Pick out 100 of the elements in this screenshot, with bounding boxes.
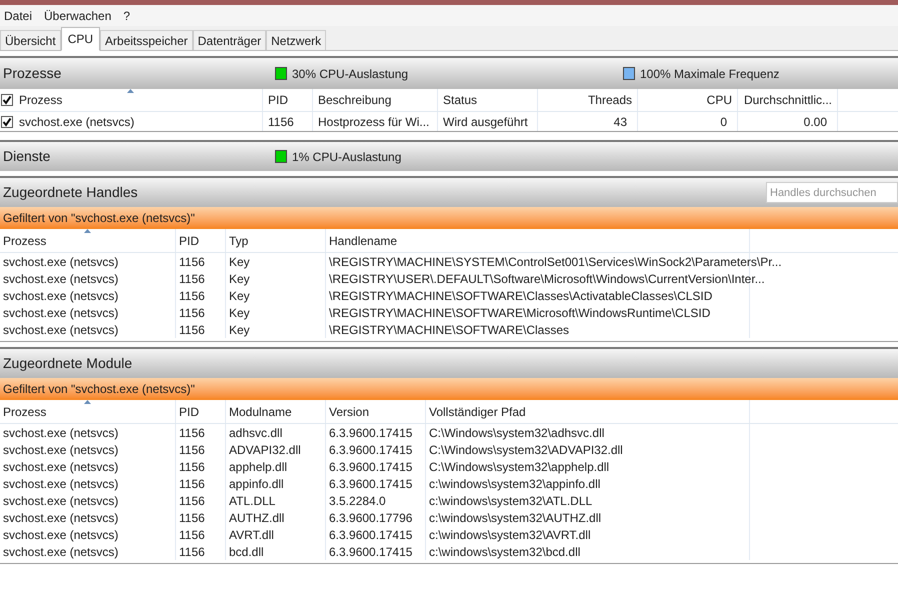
table-cell-text: appinfo.dll <box>229 476 284 492</box>
table-cell-text: 6.3.9600.17415 <box>329 526 412 544</box>
table-cell-text: 6.3.9600.17415 <box>329 442 412 458</box>
table-cell-text: c:\windows\system32\bcd.dll <box>429 544 580 560</box>
menu-item[interactable]: ? <box>119 6 134 24</box>
table-cell-text: 6.3.9600.17415 <box>329 544 412 560</box>
section-title: Prozesse <box>2 64 62 83</box>
sort-arrow-icon <box>84 400 90 404</box>
column-header[interactable]: Handlename <box>329 232 398 250</box>
menu-item[interactable]: Datei <box>0 6 36 24</box>
indicator-label: 1% CPU-Auslastung <box>292 148 402 166</box>
column-header[interactable]: Version <box>329 402 370 420</box>
sort-arrow-icon <box>84 229 90 233</box>
table-cell-text: 6.3.9600.17415 <box>329 458 412 476</box>
table-cell-text: svchost.exe (netsvcs) <box>3 288 118 304</box>
column-header[interactable]: Modulname <box>229 402 292 420</box>
table-cell-text: 3.5.2284.0 <box>329 492 386 510</box>
table-cell-text: 1156 <box>179 476 205 492</box>
tab[interactable]: Datenträger <box>192 30 266 50</box>
table-cell-text: svchost.exe (netsvcs) <box>3 322 118 338</box>
column-header[interactable]: Prozess <box>3 402 46 420</box>
column-header[interactable]: PID <box>179 232 200 250</box>
column-header[interactable]: Threads <box>588 91 632 109</box>
menu-item[interactable]: Überwachen <box>40 6 116 24</box>
table-cell-text: \REGISTRY\MACHINE\SOFTWARE\Microsoft\WindowsRuntime\CLSID <box>329 304 710 322</box>
table-cell-text: Key <box>229 304 250 322</box>
checkbox[interactable] <box>1 116 13 128</box>
table-cell-text: C:\Windows\system32\adhsvc.dll <box>429 424 604 442</box>
table-cell-text: \REGISTRY\MACHINE\SOFTWARE\Classes\ActivatableClasses\CLSID <box>329 288 712 304</box>
column-header[interactable]: Status <box>443 91 478 109</box>
table-cell-text: svchost.exe (netsvcs) <box>3 254 118 270</box>
tab[interactable]: Arbeitsspeicher <box>100 30 193 50</box>
column-header[interactable]: Vollständiger Pfad <box>429 402 526 420</box>
table-cell-text: svchost.exe (netsvcs) <box>19 114 134 130</box>
table-cell-text: Key <box>229 254 250 270</box>
indicator-label: 100% Maximale Frequenz <box>640 66 780 82</box>
section-header[interactable]: Dienste 1% CPU-Auslastung <box>0 140 898 171</box>
table-cell-text: 1156 <box>179 526 205 544</box>
tab[interactable]: Netzwerk <box>266 30 326 50</box>
table-cell-text: 6.3.9600.17415 <box>329 424 412 442</box>
table-cell-text: 1156 <box>179 458 205 476</box>
table-cell-text: apphelp.dll <box>229 458 288 476</box>
table-cell-text: svchost.exe (netsvcs) <box>3 492 118 510</box>
table-cell-text: Key <box>229 270 250 288</box>
column-header[interactable]: Prozess <box>3 232 46 250</box>
column-header[interactable]: PID <box>268 91 288 109</box>
table-cell-text: Key <box>229 322 250 338</box>
table-cell-text: 1156 <box>179 288 205 304</box>
table-cell-text: 1156 <box>179 322 205 338</box>
table-cell-text: c:\windows\system32\AUTHZ.dll <box>429 510 602 526</box>
table-cell-text: \REGISTRY\MACHINE\SOFTWARE\Classes <box>329 322 570 338</box>
section-title: Zugeordnete Module <box>2 354 132 373</box>
column-header[interactable]: Typ <box>229 232 248 250</box>
column-header[interactable]: Beschreibung <box>318 91 392 109</box>
table-cell-text: c:\windows\system32\appinfo.dll <box>429 476 600 492</box>
table-cell-text: 1156 <box>179 492 205 510</box>
section-title: Zugeordnete Handles <box>2 183 138 202</box>
section-header[interactable]: Zugeordnete Module <box>0 347 898 378</box>
column-header[interactable]: Durchschnittlic... <box>744 91 832 109</box>
table-cell-text: AVRT.dll <box>229 526 274 544</box>
table-cell-text: 1156 <box>179 510 205 526</box>
table-cell-text: 6.3.9600.17415 <box>329 476 412 492</box>
table-cell-text: 1156 <box>179 544 205 560</box>
table-cell-text: C:\Windows\system32\apphelp.dll <box>429 458 610 476</box>
search-field[interactable]: Handles durchsuchen <box>766 182 898 203</box>
table-cell-text: AUTHZ.dll <box>229 510 284 526</box>
table-cell-text: 1156 <box>179 254 205 270</box>
table-cell-text: svchost.exe (netsvcs) <box>3 270 118 288</box>
table-cell-text: 1156 <box>179 442 205 458</box>
table-cell-text: 43 <box>614 114 627 130</box>
table-cell-text: C:\Windows\system32\ADVAPI32.dll <box>429 442 623 458</box>
table-cell-text: svchost.exe (netsvcs) <box>3 458 118 476</box>
table-cell-text: 1156 <box>268 114 294 130</box>
indicator-label: 30% CPU-Auslastung <box>292 66 408 82</box>
table-cell-text: 1156 <box>179 304 205 322</box>
table-cell-text: 0 <box>720 114 727 130</box>
tab[interactable]: Übersicht <box>0 30 61 50</box>
table-cell-text: svchost.exe (netsvcs) <box>3 544 118 560</box>
tab[interactable]: CPU <box>60 27 100 51</box>
table-cell-text: svchost.exe (netsvcs) <box>3 476 118 492</box>
table-cell-text: adhsvc.dll <box>229 424 282 442</box>
table-cell-text: \REGISTRY\MACHINE\SYSTEM\ControlSet001\Services\WinSock2\Parameters\Pr... <box>329 254 782 270</box>
table-cell-text: ATL.DLL <box>229 492 276 510</box>
filter-label: Gefiltert von "svchost.exe (netsvcs)" <box>2 210 195 227</box>
table-cell-text: c:\windows\system32\AVRT.dll <box>429 526 591 544</box>
table-cell-text: bcd.dll <box>229 544 264 560</box>
table-cell-text: 0.00 <box>804 114 827 130</box>
table-cell-text: svchost.exe (netsvcs) <box>3 442 118 458</box>
section-header[interactable]: Zugeordnete Handles Handles durchsuchen <box>0 176 898 207</box>
table-cell-text: svchost.exe (netsvcs) <box>3 424 118 442</box>
table-cell-text: svchost.exe (netsvcs) <box>3 510 118 526</box>
table-cell-text: svchost.exe (netsvcs) <box>3 526 118 544</box>
table-cell-text: ADVAPI32.dll <box>229 442 301 458</box>
section-header[interactable]: Prozesse 30% CPU-Auslastung 100% Maximale Frequenz <box>0 56 898 89</box>
column-header[interactable]: PID <box>179 402 200 420</box>
table-cell-text: Key <box>229 288 250 304</box>
filter-label: Gefiltert von "svchost.exe (netsvcs)" <box>2 381 195 398</box>
column-header[interactable]: Prozess <box>19 91 62 109</box>
checkbox[interactable] <box>1 94 13 106</box>
column-header[interactable]: CPU <box>706 91 732 109</box>
